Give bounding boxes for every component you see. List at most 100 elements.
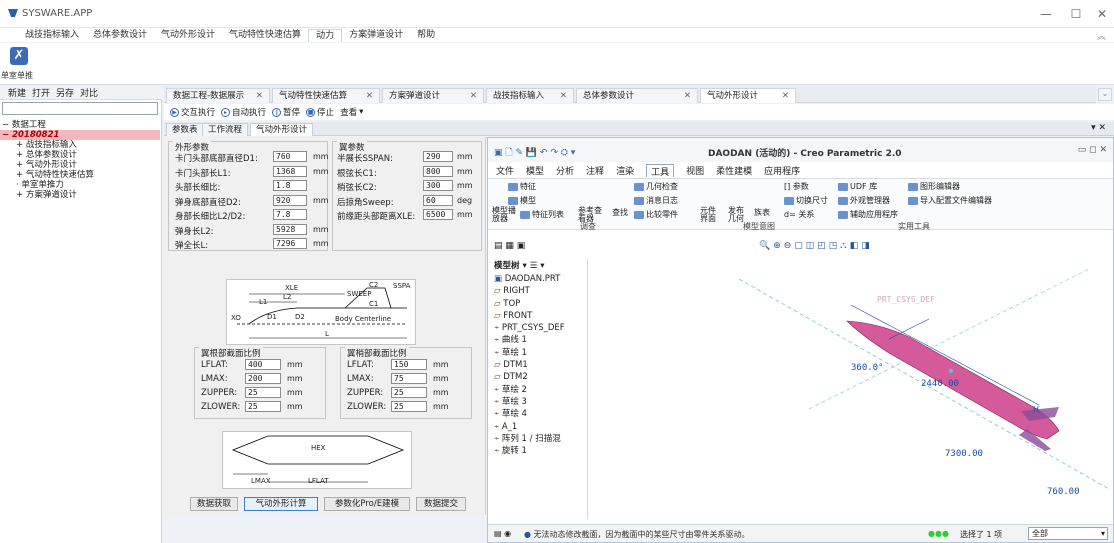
find-item[interactable]: 查找: [612, 207, 628, 218]
minimize-button[interactable]: —: [1032, 6, 1060, 22]
saveas-button[interactable]: 另存: [56, 86, 74, 99]
param-input[interactable]: 7296: [273, 238, 307, 249]
creo-tab[interactable]: 应用程序: [764, 164, 800, 177]
model-tree-item[interactable]: ⌁ A_1: [488, 421, 587, 433]
doc-tab[interactable]: 总体参数设计 ✕: [576, 88, 698, 103]
model-info-item[interactable]: 模型: [508, 195, 536, 206]
menu-item[interactable]: 帮助: [410, 29, 442, 42]
tree-node[interactable]: + 方案弹道设计: [0, 190, 160, 200]
param-input[interactable]: 5928: [273, 223, 307, 235]
menu-item[interactable]: 气动外形设计: [154, 29, 222, 42]
param-input[interactable]: 150: [391, 359, 427, 370]
creo-tab[interactable]: 渲染: [616, 164, 634, 177]
model-tree-item[interactable]: ▱ RIGHT: [488, 285, 587, 297]
menu-item[interactable]: 总体参数设计: [86, 29, 154, 42]
params-item[interactable]: [] 参数: [784, 181, 809, 192]
close-tab-icon[interactable]: ✕: [366, 89, 373, 103]
param-input[interactable]: 25: [245, 387, 281, 398]
creo-tab[interactable]: 注释: [586, 164, 604, 177]
graphics-viewport[interactable]: 🔍⊕⊖▢◫◰◳⛬◧◨ 360.0° 2440.00 7300.00 760.00…: [589, 239, 1113, 521]
quick-access-toolbar[interactable]: ▣ 🗋 ✎ 💾 ↶ ↷ ⛭ ▾: [494, 145, 575, 161]
appearance-item[interactable]: 外观管理器: [838, 195, 890, 206]
doc-tab[interactable]: 气动外形设计 ✕: [700, 88, 796, 103]
param-input[interactable]: 6500: [423, 209, 453, 220]
param-input[interactable]: 25: [391, 401, 427, 412]
expand-icon[interactable]: +: [16, 170, 26, 180]
stop-button[interactable]: ■ 停止: [306, 106, 334, 118]
tree-toolbar[interactable]: ▤ ▦ ▣: [494, 241, 525, 251]
pause-button[interactable]: ∥ 暂停: [272, 106, 300, 118]
geo-check-item[interactable]: 几何检查: [634, 181, 678, 192]
model-browser-item[interactable]: 模型播放器: [492, 207, 518, 223]
maximize-button[interactable]: ☐: [1062, 6, 1090, 22]
expand-icon[interactable]: +: [16, 160, 26, 170]
model-tree-item[interactable]: ⌁ 草绘 3: [488, 396, 587, 408]
tree-node[interactable]: + 气动特性快速估算: [0, 170, 160, 180]
dim-2440[interactable]: 2440.00: [921, 379, 959, 389]
model-tree-item[interactable]: ⌁ 草绘 4: [488, 408, 587, 420]
creo-window-controls[interactable]: ▭ ◻ ✕: [1078, 145, 1107, 155]
feature-list-item[interactable]: 特征列表: [520, 209, 564, 220]
doc-tab[interactable]: 数据工程-数据展示 ✕: [166, 88, 270, 103]
close-tab-icon[interactable]: ✕: [470, 89, 477, 103]
creo-tab[interactable]: 视图: [686, 164, 704, 177]
component-ui-item[interactable]: 元件界面: [700, 207, 722, 223]
menu-item[interactable]: 气动特性快速估算: [222, 29, 308, 42]
model-tree-item[interactable]: ▱ DTM1: [488, 359, 587, 371]
import-cfg-item[interactable]: 导入配置文件编辑器: [908, 195, 992, 206]
close-tab-icon[interactable]: ✕: [684, 89, 691, 103]
compare-button[interactable]: 对比: [80, 86, 98, 99]
udf-item[interactable]: UDF 库: [838, 181, 877, 192]
tabs-overflow-icon[interactable]: ⌄: [1098, 88, 1112, 101]
close-tab-icon[interactable]: ✕: [782, 89, 789, 103]
tree-node[interactable]: + 战技指标输入: [0, 140, 160, 150]
model-tree-item[interactable]: ▱ TOP: [488, 298, 587, 310]
param-input[interactable]: 290: [423, 151, 453, 162]
close-tab-icon[interactable]: ✕: [256, 89, 263, 103]
group-model-intent[interactable]: 模型意图: [743, 221, 775, 232]
model-tree-title[interactable]: 模型树 ▾ ☰ ▾: [488, 259, 587, 273]
dim-angle[interactable]: 360.0°: [851, 363, 884, 373]
model-tree-item[interactable]: ⌁ 草绘 1: [488, 347, 587, 359]
param-input[interactable]: 1.8: [273, 180, 307, 191]
new-button[interactable]: 新建: [8, 86, 26, 99]
model-tree-item[interactable]: ⌁ 旋转 1: [488, 445, 587, 457]
param-input[interactable]: 25: [391, 387, 427, 398]
close-button[interactable]: ✕: [1088, 6, 1114, 22]
creo-tab[interactable]: 模型: [526, 164, 544, 177]
param-input[interactable]: 760: [273, 151, 307, 162]
collapse-icon[interactable]: −: [2, 120, 12, 130]
interactive-exec-button[interactable]: ▶ 交互执行: [170, 106, 215, 118]
switch-dim-item[interactable]: 切换尺寸: [784, 195, 828, 206]
expand-icon[interactable]: +: [16, 150, 26, 160]
param-input[interactable]: 800: [423, 165, 453, 177]
doc-tab[interactable]: 方案弹道设计 ✕: [382, 88, 484, 103]
param-input[interactable]: 400: [245, 359, 281, 370]
tool-label[interactable]: 单室单推: [1, 70, 33, 81]
dim-760[interactable]: 760.00: [1047, 487, 1080, 497]
form-button[interactable]: 数据获取: [190, 497, 238, 511]
tree-node[interactable]: + 气动外形设计: [0, 160, 160, 170]
pane-tab[interactable]: 工作流程: [202, 123, 249, 136]
form-button[interactable]: 数据提交: [416, 497, 466, 511]
missile-model[interactable]: [589, 239, 1113, 521]
creo-tab[interactable]: 分析: [556, 164, 574, 177]
family-table-item[interactable]: 族表: [754, 207, 770, 218]
tree-node[interactable]: − 数据工程: [0, 120, 160, 130]
model-tree-item[interactable]: ▱ FRONT: [488, 310, 587, 322]
model-tree-item[interactable]: ⌁ 曲线 1: [488, 334, 587, 346]
pane-tab[interactable]: 气动外形设计: [250, 123, 314, 136]
close-tab-icon[interactable]: ✕: [560, 89, 567, 103]
form-button[interactable]: 气动外形计算: [244, 497, 318, 511]
auto-exec-button[interactable]: ▸ 自动执行: [221, 106, 266, 118]
collapse-ribbon-icon[interactable]: ︽: [1097, 29, 1106, 42]
feature-item[interactable]: 特征: [508, 181, 536, 192]
view-menu[interactable]: 查看 ▾: [340, 106, 363, 118]
creo-tab[interactable]: 工具: [646, 164, 675, 178]
open-button[interactable]: 打开: [32, 86, 50, 99]
doc-tab[interactable]: 战技指标输入 ✕: [486, 88, 574, 103]
param-input[interactable]: 60: [423, 194, 453, 206]
menu-item[interactable]: 战技指标输入: [18, 29, 86, 42]
param-input[interactable]: 75: [391, 373, 427, 384]
model-tree-item[interactable]: ⌁ PRT_CSYS_DEF: [488, 322, 587, 334]
